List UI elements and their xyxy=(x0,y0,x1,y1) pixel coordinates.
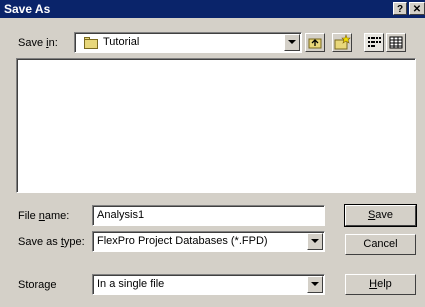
help-title-button[interactable]: ? xyxy=(393,2,407,15)
save-as-type-combo[interactable]: FlexPro Project Databases (*.FPD) xyxy=(92,231,325,252)
cancel-button[interactable]: Cancel xyxy=(345,234,416,255)
list-view-icon xyxy=(368,37,381,47)
save-button[interactable]: Save xyxy=(344,204,417,227)
file-name-label: File name: xyxy=(18,210,70,222)
save-as-type-label: Save as type: xyxy=(18,236,85,248)
close-button[interactable]: ✕ xyxy=(409,2,425,15)
details-view-button[interactable] xyxy=(386,33,406,52)
file-name-input[interactable]: Analysis1 xyxy=(92,205,325,226)
save-in-label: Save in: xyxy=(18,37,58,49)
up-folder-icon xyxy=(308,38,322,49)
storage-label: Storage xyxy=(18,279,57,291)
storage-value: In a single file xyxy=(97,278,165,290)
title-bar: Save As ? ✕ xyxy=(0,0,425,18)
folder-icon xyxy=(81,36,101,50)
list-view-button[interactable] xyxy=(364,33,384,52)
window-title: Save As xyxy=(4,2,51,16)
details-view-icon xyxy=(389,36,403,49)
chevron-down-icon xyxy=(288,40,296,44)
up-one-level-button[interactable] xyxy=(305,33,325,52)
save-as-type-value: FlexPro Project Databases (*.FPD) xyxy=(97,235,268,247)
storage-dropdown-button[interactable] xyxy=(307,276,323,293)
new-folder-icon xyxy=(334,34,351,50)
storage-combo[interactable]: In a single file xyxy=(92,274,325,295)
save-in-combo[interactable]: Tutorial xyxy=(74,32,302,53)
new-folder-button[interactable] xyxy=(332,33,352,52)
file-name-value: Analysis1 xyxy=(97,209,145,221)
chevron-down-icon xyxy=(311,282,319,286)
save-in-value: Tutorial xyxy=(103,36,140,48)
file-list[interactable] xyxy=(16,58,416,193)
save-as-type-dropdown-button[interactable] xyxy=(307,233,323,250)
help-button[interactable]: Help xyxy=(345,274,416,295)
chevron-down-icon xyxy=(311,239,319,243)
save-in-dropdown-button[interactable] xyxy=(284,34,300,51)
